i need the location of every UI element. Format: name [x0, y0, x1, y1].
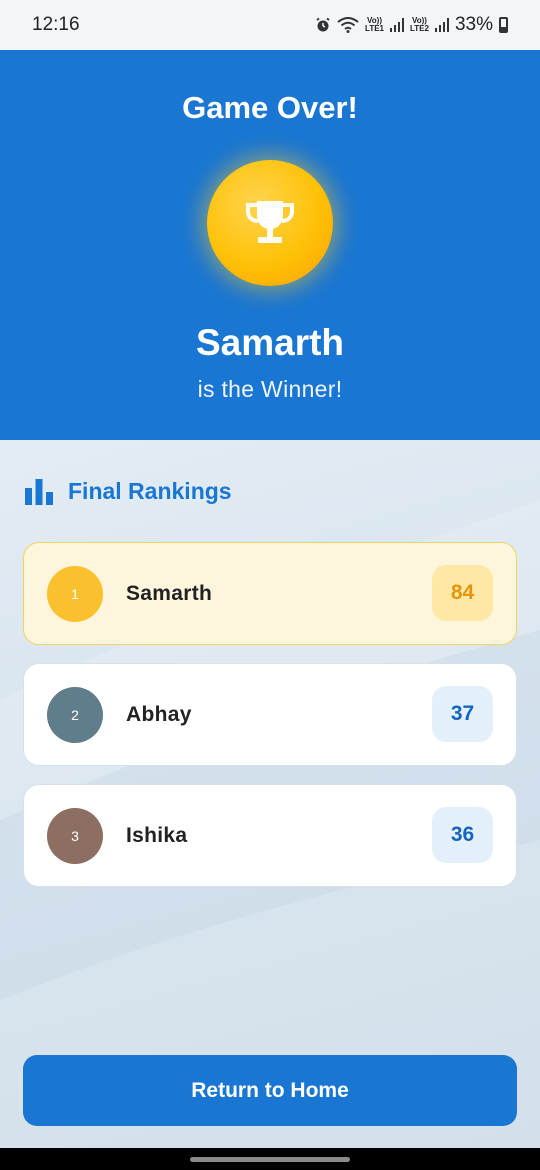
rankings-heading: Final Rankings — [24, 478, 232, 505]
ranking-card: 1 Samarth 84 — [23, 542, 517, 645]
alarm-icon — [316, 17, 330, 32]
winner-header: Game Over! Samarth is the Winner! — [0, 50, 540, 440]
signal-icon — [390, 18, 404, 32]
rank-badge: 1 — [47, 566, 103, 622]
player-name: Samarth — [126, 581, 213, 605]
rank-badge: 2 — [47, 687, 103, 743]
score-pill: 37 — [432, 686, 493, 742]
rankings-title: Final Rankings — [68, 478, 232, 504]
trophy-icon — [246, 201, 294, 243]
status-bar: 12:16 Vo)) LTE1 Vo)) LTE2 33% — [0, 0, 540, 50]
winner-subtitle: is the Winner! — [197, 376, 343, 402]
lte2-indicator: Vo)) LTE2 — [410, 16, 429, 33]
ranking-card: 3 Ishika 36 — [23, 784, 517, 887]
return-home-button[interactable]: Return to Home — [23, 1055, 517, 1126]
wifi-icon — [337, 17, 359, 33]
battery-percent: 33% — [454, 14, 493, 35]
lte1-indicator: Vo)) LTE1 — [365, 16, 384, 33]
home-gesture-handle[interactable] — [190, 1157, 350, 1162]
player-name: Ishika — [126, 823, 188, 847]
page-title: Game Over! — [182, 90, 358, 125]
rank-badge: 3 — [47, 808, 103, 864]
battery-icon — [499, 17, 508, 33]
score-pill: 84 — [432, 565, 493, 621]
bar-chart-icon — [25, 478, 53, 505]
player-name: Abhay — [126, 702, 192, 726]
winner-name: Samarth — [195, 322, 345, 363]
signal-icon — [434, 18, 449, 32]
system-nav-bar — [0, 1148, 540, 1170]
ranking-card: 2 Abhay 37 — [23, 663, 517, 766]
status-time: 12:16 — [32, 14, 80, 35]
trophy-badge — [207, 160, 333, 286]
score-pill: 36 — [432, 807, 493, 863]
status-icons: Vo)) LTE1 Vo)) LTE2 33% — [315, 14, 508, 36]
